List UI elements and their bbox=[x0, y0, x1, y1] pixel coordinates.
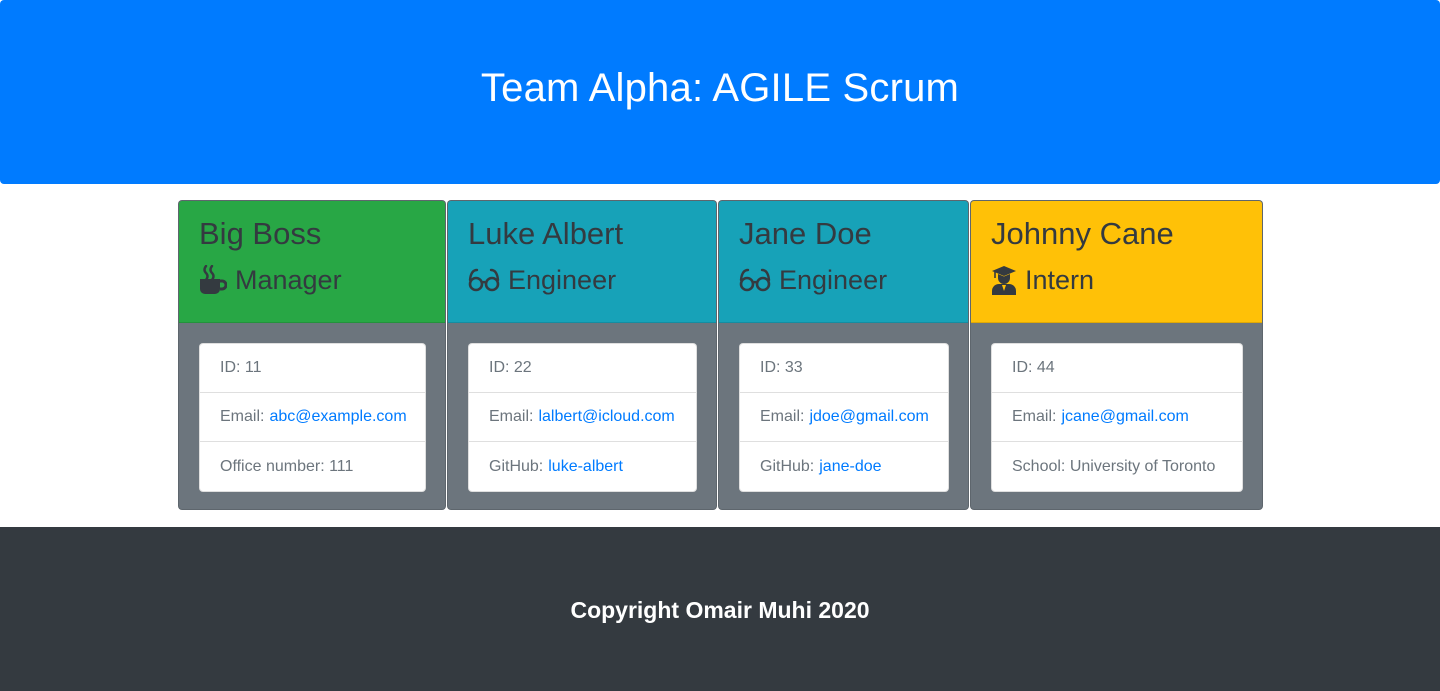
employee-role: Manager bbox=[199, 263, 445, 297]
email-link[interactable]: jdoe@gmail.com bbox=[809, 408, 928, 426]
glasses-icon bbox=[739, 265, 771, 295]
employee-role: Engineer bbox=[468, 263, 716, 297]
email-item: Email: abc@example.com bbox=[200, 393, 425, 442]
email-link[interactable]: jcane@gmail.com bbox=[1061, 408, 1188, 426]
role-label: Engineer bbox=[508, 265, 617, 295]
github-item: GitHub: luke-albert bbox=[489, 457, 623, 476]
card-header: Jane Doe Engineer bbox=[719, 201, 968, 323]
email-link[interactable]: lalbert@icloud.com bbox=[538, 408, 674, 426]
role-label: Intern bbox=[1025, 265, 1095, 295]
employee-name: Jane Doe bbox=[739, 216, 872, 251]
school-value: University of Toronto bbox=[1069, 457, 1216, 475]
employee-card-manager: Big Boss Manager ID: 11 Email: abc@exampl… bbox=[178, 200, 446, 510]
office-item: Office number: 111 bbox=[220, 457, 354, 475]
employee-card-engineer: Luke Albert Engineer ID: 22 Email: lalber… bbox=[447, 200, 717, 510]
employee-name: Johnny Cane bbox=[991, 216, 1174, 251]
id-item: ID: 22 bbox=[469, 344, 696, 393]
employee-name: Big Boss bbox=[199, 216, 322, 251]
id-item: ID: 44 bbox=[992, 344, 1242, 393]
header-jumbotron: Team Alpha: AGILE Scrum bbox=[0, 0, 1440, 184]
glasses-icon bbox=[468, 265, 500, 295]
id-value: 33 bbox=[784, 359, 803, 376]
email-item: Email: jdoe@gmail.com bbox=[740, 393, 948, 442]
id-value: 11 bbox=[244, 359, 262, 376]
email-item: Email: jcane@gmail.com bbox=[992, 393, 1242, 442]
coffee-icon bbox=[199, 265, 227, 295]
role-label: Engineer bbox=[779, 265, 888, 295]
github-item: GitHub: jane-doe bbox=[760, 457, 882, 476]
id-value: 44 bbox=[1036, 359, 1055, 376]
page-title: Team Alpha: AGILE Scrum bbox=[480, 65, 960, 110]
email-link[interactable]: abc@example.com bbox=[269, 408, 406, 426]
email-item: Email: lalbert@icloud.com bbox=[469, 393, 696, 442]
school-item: School: University of Toronto bbox=[1012, 457, 1216, 475]
info-list: ID: 33 Email: jdoe@gmail.com GitHub: jane-… bbox=[739, 343, 949, 492]
role-label: Manager bbox=[235, 265, 342, 295]
info-list: ID: 11 Email: abc@example.com Office numb… bbox=[199, 343, 426, 492]
footer: Copyright Omair Muhi 2020 bbox=[0, 527, 1440, 691]
info-list: ID: 22 Email: lalbert@icloud.com GitHub: l… bbox=[468, 343, 697, 492]
card-header: Luke Albert Engineer bbox=[448, 201, 716, 323]
id-item: ID: 33 bbox=[740, 344, 948, 393]
employee-role: Intern bbox=[991, 263, 1262, 297]
employee-card-engineer: Jane Doe Engineer ID: 33 Email: jdoe@gmai… bbox=[718, 200, 969, 510]
info-list: ID: 44 Email: jcane@gmail.com School: Uni… bbox=[991, 343, 1243, 492]
office-value: 111 bbox=[329, 457, 354, 475]
id-value: 22 bbox=[513, 359, 532, 376]
graduate-icon bbox=[991, 265, 1017, 295]
card-header: Johnny Cane Intern bbox=[971, 201, 1262, 323]
github-link[interactable]: luke-albert bbox=[548, 458, 623, 476]
copyright-text: Copyright Omair Muhi 2020 bbox=[570, 596, 870, 623]
github-link[interactable]: jane-doe bbox=[819, 458, 881, 476]
id-item: ID: 11 bbox=[200, 344, 425, 393]
card-header: Big Boss Manager bbox=[179, 201, 445, 323]
employee-role: Engineer bbox=[739, 263, 968, 297]
employee-name: Luke Albert bbox=[468, 216, 624, 251]
employee-card-intern: Johnny Cane Intern ID: 44 Email: jcane@gm… bbox=[970, 200, 1263, 510]
